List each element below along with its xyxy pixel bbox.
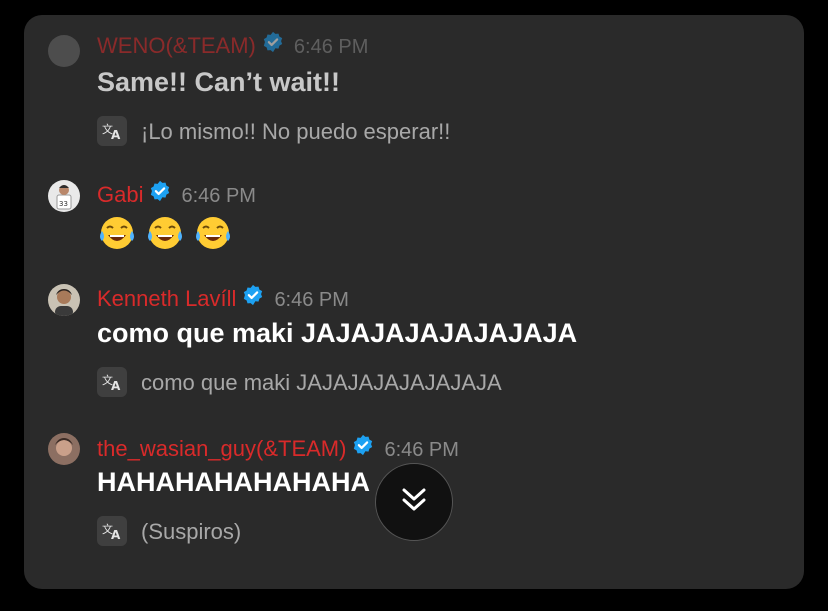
verified-badge-icon [242, 284, 264, 312]
verified-badge-icon [262, 31, 284, 59]
translation: 文 A (Suspiros) [97, 516, 242, 548]
avatar[interactable] [48, 35, 80, 67]
translation: 文 A ¡Lo mismo!! No puedo esperar!! [97, 116, 451, 148]
message-header: Kenneth Lavíll 6:46 PM [97, 284, 349, 314]
translate-icon[interactable]: 文A [97, 116, 127, 146]
translate-icon[interactable]: 文A [97, 516, 127, 546]
username[interactable]: the_wasian_guy(&TEAM) [97, 436, 346, 461]
translation-text: como que maki JAJAJAJAJAJAJAJA [141, 369, 502, 395]
username[interactable]: Gabi [97, 182, 143, 207]
verified-badge-icon [149, 180, 171, 208]
svg-text:33: 33 [59, 200, 68, 208]
avatar[interactable]: 33 [48, 180, 80, 212]
username[interactable]: Kenneth Lavíll [97, 286, 236, 311]
timestamp: 6:46 PM [274, 289, 349, 311]
tears-of-joy-emoji [193, 213, 233, 253]
tears-of-joy-emoji [97, 213, 137, 253]
avatar[interactable] [48, 284, 80, 316]
svg-text:A: A [111, 379, 121, 393]
message-text: Same!! Can’t wait!! [97, 67, 341, 97]
timestamp: 6:46 PM [293, 36, 369, 58]
message-emojis [97, 213, 241, 253]
chat-panel: WENO(&TEAM) 6:46 PM Same!! Can’t wait!! 文… [24, 15, 804, 589]
timestamp: 6:46 PM [384, 439, 459, 461]
message-header: Gabi 6:46 PM [97, 180, 256, 210]
translation-text: (Suspiros) [141, 518, 242, 544]
avatar[interactable] [48, 433, 80, 465]
message-header: WENO(&TEAM) 6:46 PM [97, 31, 369, 61]
message-text: HAHAHAHAHAHAHA [97, 467, 370, 497]
message-header: the_wasian_guy(&TEAM) 6:46 PM [97, 434, 459, 464]
svg-text:A: A [111, 528, 121, 542]
translate-icon[interactable]: 文A [97, 367, 127, 397]
username[interactable]: WENO(&TEAM) [97, 33, 256, 58]
translation-text: ¡Lo mismo!! No puedo esperar!! [141, 118, 451, 144]
scroll-to-bottom-button[interactable] [375, 463, 453, 541]
tears-of-joy-emoji [145, 213, 185, 253]
message-text: como que maki JAJAJAJAJAJAJAJA [97, 318, 578, 348]
chevrons-down-icon [396, 482, 432, 523]
svg-text:A: A [111, 128, 121, 142]
timestamp: 6:46 PM [181, 185, 256, 207]
translation: 文 A como que maki JAJAJAJAJAJAJAJA [97, 367, 502, 399]
verified-badge-icon [352, 434, 374, 462]
